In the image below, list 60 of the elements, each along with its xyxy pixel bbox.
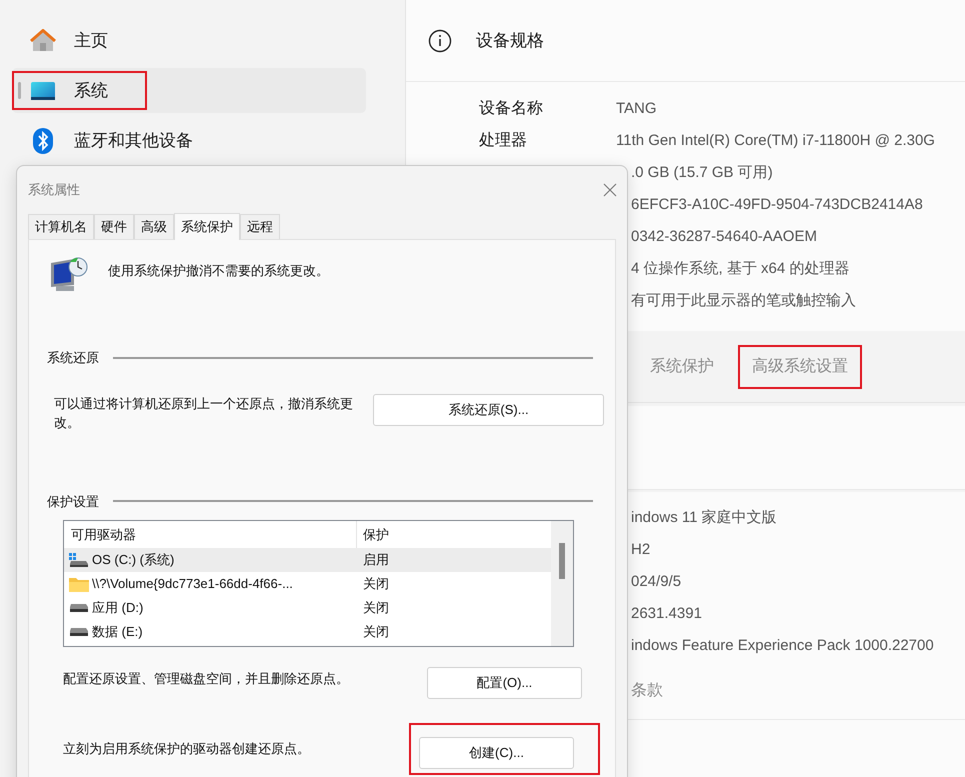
spec-value: .0 GB (15.7 GB 可用) [630,162,773,183]
folder-icon [69,576,89,592]
spec-value: H2 [630,540,650,560]
sidebar-label: 主页 [74,30,108,52]
intro-text: 使用系统保护撤消不需要的系统更改。 [108,262,329,280]
drive-icon [69,603,89,613]
dialog-tab[interactable]: 远程 [240,214,280,239]
column-header[interactable]: 保护 [357,524,389,544]
drive-row[interactable]: 数据 (E:) 关闭 [64,620,551,644]
dialog-button[interactable]: 创建(C)... [419,737,574,769]
sidebar-label: 蓝牙和其他设备 [74,130,193,152]
drive-name: 应用 (D:) [92,599,144,618]
sidebar-item[interactable]: 主页 [12,18,366,63]
drive-icon [69,627,89,637]
spec-value: 4 位操作系统, 基于 x64 的处理器 [630,258,850,279]
configure-description: 配置还原设置、管理磁盘空间，并且删除还原点。 [63,670,350,688]
drive-row[interactable]: 应用 (D:) 关闭 [64,596,551,620]
spec-value: 0342-36287-54640-AAOEM [630,226,817,247]
drive-name: \\?\Volume{9dc773e1-66dd-4f66-... [92,575,293,594]
info-icon [428,28,452,52]
spec-value: 11th Gen Intel(R) Core(TM) i7-11800H @ 2.30G [616,130,935,151]
sidebar-item[interactable]: 蓝牙和其他设备 [12,118,366,163]
display-icon [31,82,55,100]
bluetooth-icon [33,128,53,154]
spec-value: 2631.4391 [630,604,702,624]
system-drive-icon [69,553,89,567]
group-title: 保护设置 [47,492,99,510]
protection-status: 关闭 [362,623,389,642]
protection-status: 关闭 [362,599,389,618]
spec-value: TANG [616,98,657,119]
spec-value: indows Feature Experience Pack 1000.22700 [630,636,934,656]
drive-row[interactable]: OS (C:) (系统) 启用 [64,548,551,572]
protection-status: 启用 [362,551,389,570]
spec-label: 设备名称 [478,99,544,119]
computer-clock-icon [48,257,88,293]
dialog-tab[interactable]: 高级 [134,214,174,239]
spec-value: 6EFCF3-A10C-49FD-9504-743DCB2414A8 [630,194,923,215]
selection-indicator [18,82,21,99]
spec-value: indows 11 家庭中文版 [630,508,777,528]
sidebar-label: 系统 [74,80,108,102]
dialog-tab[interactable]: 系统保护 [174,213,240,240]
protection-status: 关闭 [362,575,389,594]
restore-description: 可以通过将计算机还原到上一个还原点，撤消系统更改。 [54,394,354,432]
dialog-tab[interactable]: 硬件 [94,214,134,239]
drive-name: 数据 (E:) [92,623,143,642]
card-title: 设备规格 [476,30,544,52]
group-title: 系统还原 [47,349,99,367]
dialog-tab[interactable]: 计算机名 [28,214,94,239]
drive-name: OS (C:) (系统) [92,551,174,570]
dialog-title: 系统属性 [28,180,80,199]
drive-row[interactable]: \\?\Volume{9dc773e1-66dd-4f66-... 关闭 [64,572,551,596]
spec-value: 024/9/5 [630,572,682,592]
spec-label: 处理器 [478,130,528,151]
sidebar-item[interactable]: 系统 [12,68,366,113]
home-icon [30,28,56,52]
create-description: 立刻为启用系统保护的驱动器创建还原点。 [63,740,311,758]
dialog-button[interactable]: 配置(O)... [427,667,582,699]
close-icon[interactable] [603,182,617,196]
spec-value: 有可用于此显示器的笔或触控输入 [630,290,856,311]
dialog-button[interactable]: 系统还原(S)... [373,394,604,426]
